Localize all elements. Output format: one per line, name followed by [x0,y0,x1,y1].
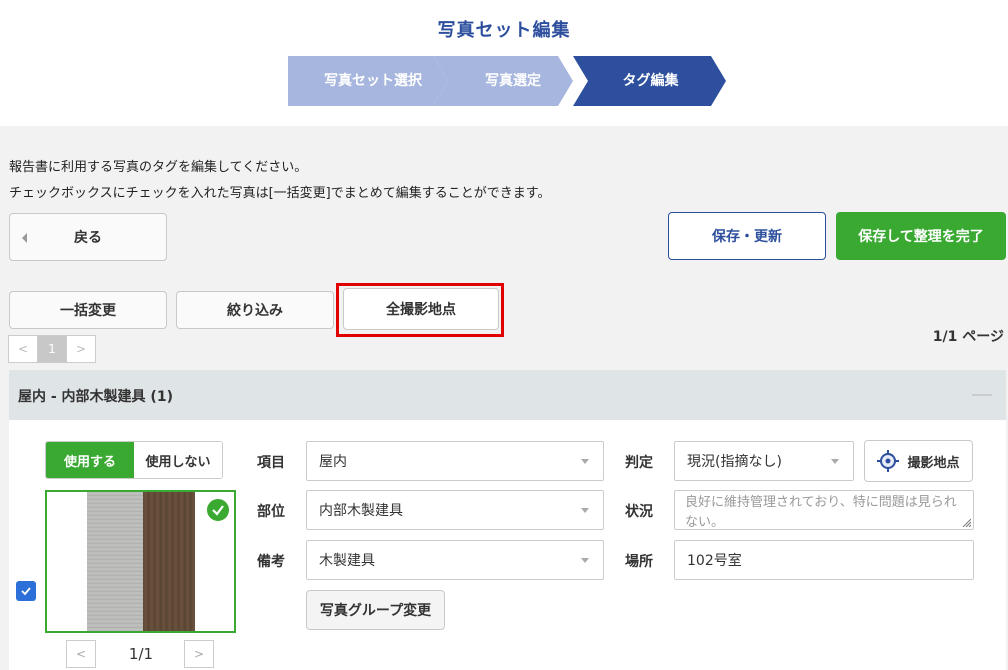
back-button-label: 戻る [74,230,102,246]
location-button[interactable]: 撮影地点 [864,440,973,482]
photo-prev-button[interactable]: < [66,640,96,668]
step-label: タグ編集 [622,73,679,89]
check-circle-icon [205,497,231,523]
group-header[interactable]: 屋内 - 内部木製建具 (1) [9,370,1006,420]
save-button-label: 保存・更新 [712,229,782,245]
note-value: 木製建具 [319,553,375,569]
instruction-line-1: 報告書に利用する写真のタグを編集してください。 [9,160,308,175]
chevron-down-icon [581,459,589,464]
chevron-down-icon [581,558,589,563]
judge-value: 現況(指摘なし) [687,454,782,470]
bulk-button-label: 一括変更 [60,303,116,319]
place-label: 場所 [625,554,653,570]
page-info: 1/1 ページ [932,329,1004,345]
chevron-down-icon [581,508,589,513]
note-label: 備考 [257,554,285,570]
page-title: 写真セット編集 [437,20,571,41]
finish-button-label: 保存して整理を完了 [858,229,984,245]
note-select[interactable]: 木製建具 [306,540,604,580]
part-value: 内部木製建具 [319,503,403,519]
item-label: 項目 [257,455,285,471]
photo-counter: 1/1 [128,645,154,663]
step-progress: 写真セット選択 写真選定 タグ編集 [288,56,728,106]
group-change-label: 写真グループ変更 [319,603,432,619]
bulk-change-button[interactable]: 一括変更 [9,291,167,329]
photo-group-change-button[interactable]: 写真グループ変更 [306,590,445,630]
photo-next-button[interactable]: > [184,640,214,668]
triangle-left-icon [22,233,27,243]
item-select[interactable]: 屋内 [306,441,604,481]
filter-button-label: 絞り込み [227,303,283,319]
place-value: 102号室 [687,553,742,569]
photo-select-checkbox[interactable] [16,581,36,601]
judge-label: 判定 [625,455,653,471]
use-button[interactable]: 使用する [46,442,134,478]
part-select[interactable]: 内部木製建具 [306,490,604,530]
place-input[interactable]: 102号室 [674,540,974,580]
crosshair-icon [877,450,900,472]
collapse-icon[interactable] [972,394,992,396]
step-select-set: 写真セット選択 [288,56,448,106]
filter-button[interactable]: 絞り込み [176,291,334,329]
pagination-next[interactable]: > [66,335,96,363]
judge-select[interactable]: 現況(指摘なし) [674,441,854,481]
location-button-label: 撮影地点 [907,455,960,471]
status-value: 良好に維持管理されており、特に問題は見られない。 [685,495,957,530]
status-textarea[interactable]: 良好に維持管理されており、特に問題は見られない。 [674,490,974,530]
group-title: 屋内 - 内部木製建具 (1) [18,389,173,405]
chevron-down-icon [831,459,839,464]
item-value: 屋内 [319,454,347,470]
photo-wood-panel [143,492,195,631]
not-use-button[interactable]: 使用しない [134,442,222,478]
status-label: 状況 [625,504,653,520]
use-toggle[interactable]: 使用する 使用しない [45,441,223,479]
step-select-photos: 写真選定 [433,56,573,106]
step-label: 写真セット選択 [324,73,422,89]
resize-grip-icon[interactable] [961,517,971,527]
save-and-finish-button[interactable]: 保存して整理を完了 [836,212,1006,260]
instruction-line-2: チェックボックスにチェックを入れた写真は[一括変更]でまとめて編集することができ… [9,186,551,201]
photo-gray-panel [87,492,143,631]
photo-pager: < 1/1 > [66,640,216,670]
pagination: < 1 > [8,335,96,363]
save-update-button[interactable]: 保存・更新 [668,212,826,260]
all-locations-button[interactable]: 全撮影地点 [343,288,499,330]
all-locations-label: 全撮影地点 [386,302,456,318]
back-button[interactable]: 戻る [9,213,167,261]
part-label: 部位 [257,504,285,520]
pagination-page-1[interactable]: 1 [37,335,67,363]
step-edit-tags: タグ編集 [573,56,726,106]
pagination-prev[interactable]: < [8,335,38,363]
step-label: 写真選定 [485,73,541,89]
